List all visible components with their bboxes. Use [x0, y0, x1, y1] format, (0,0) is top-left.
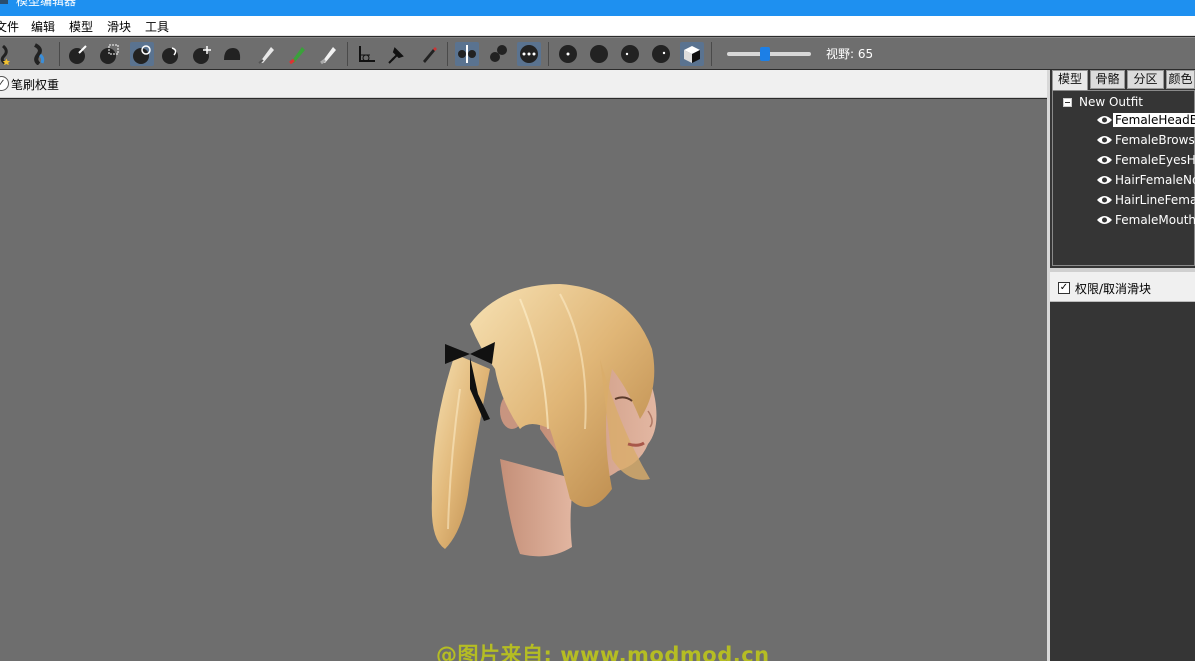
- eye-icon[interactable]: [1097, 175, 1112, 185]
- eye-icon[interactable]: [1097, 115, 1112, 125]
- tree-item-label: FemaleHeadBr: [1113, 113, 1195, 127]
- menu-edit[interactable]: 编辑: [31, 18, 55, 35]
- tab-colors[interactable]: 颜色: [1166, 70, 1195, 89]
- toolbar-separator: [548, 42, 549, 66]
- texture-cube-icon[interactable]: [680, 42, 704, 66]
- color-brush-icon[interactable]: [285, 42, 309, 66]
- mask-brush-icon[interactable]: [97, 42, 121, 66]
- solid-shading-icon[interactable]: [587, 42, 611, 66]
- tab-bones[interactable]: 骨骼: [1090, 70, 1125, 89]
- tree-item-shape[interactable]: FemaleEyesHu: [1097, 152, 1195, 170]
- head-model-render: [431, 284, 657, 557]
- toolbar-separator: [347, 42, 348, 66]
- watermark: @图片来自: www.modmod.cn: [436, 643, 770, 661]
- brush-weight-checkbox[interactable]: ✓: [0, 76, 9, 91]
- smooth-brush-icon[interactable]: [220, 42, 244, 66]
- tree-collapse-toggle[interactable]: [1063, 98, 1072, 107]
- menu-bar: 文件 编辑 模型 滑块 工具: [0, 16, 1195, 36]
- tree-item-shape[interactable]: FemaleHeadBr: [1097, 112, 1195, 130]
- move-brush-icon[interactable]: [190, 42, 214, 66]
- 3d-viewport[interactable]: @图片来自: www.modmod.cn: [0, 99, 1047, 661]
- tree-item-label: HairFemaleNo: [1115, 173, 1195, 187]
- menu-file[interactable]: 文件: [0, 18, 19, 35]
- outfit-tree: New Outfit FemaleHeadBr FemaleBrowsH Fem…: [1052, 90, 1195, 266]
- show-points-icon[interactable]: [556, 42, 580, 66]
- tree-item-label: HairLineFemal: [1115, 193, 1195, 207]
- eye-icon[interactable]: [1097, 215, 1112, 225]
- window-title: 模型编辑器: [16, 0, 77, 8]
- menu-tools[interactable]: 工具: [145, 18, 169, 35]
- viewport-header: ✓ 笔刷权重: [0, 70, 1047, 98]
- tab-partitions[interactable]: 分区: [1127, 70, 1164, 89]
- load-reference-icon[interactable]: [28, 42, 52, 66]
- edit-pencil-icon[interactable]: [416, 42, 440, 66]
- weight-brush-icon[interactable]: [254, 42, 278, 66]
- connected-only-icon[interactable]: [486, 42, 510, 66]
- tab-model[interactable]: 模型: [1052, 70, 1088, 90]
- menu-slider[interactable]: 滑块: [107, 18, 131, 35]
- tree-item-shape[interactable]: FemaleMouthH: [1097, 212, 1195, 230]
- deflate-brush-icon[interactable]: [159, 42, 183, 66]
- toolbar: 视野: 65: [0, 37, 1195, 69]
- title-bar: 模型编辑器: [0, 0, 1195, 16]
- menu-model[interactable]: 模型: [69, 18, 93, 35]
- brush-weight-label: 笔刷权重: [11, 78, 60, 92]
- tree-item-shape[interactable]: HairFemaleNo: [1097, 172, 1195, 190]
- eye-icon[interactable]: [1097, 155, 1112, 165]
- toolbar-separator: [59, 42, 60, 66]
- tree-item-label: FemaleBrowsH: [1115, 133, 1195, 147]
- transform-icon[interactable]: [354, 42, 378, 66]
- fov-label: 视野: 65: [826, 47, 874, 61]
- tree-item-shape[interactable]: FemaleBrowsH: [1097, 132, 1195, 150]
- toolbar-separator: [447, 42, 448, 66]
- right-panel: 模型 骨骼 分区 颜色 New Outfit FemaleHeadBr Fema…: [1050, 70, 1195, 661]
- global-brush-icon[interactable]: [517, 42, 541, 66]
- fov-slider-thumb[interactable]: [759, 47, 770, 61]
- tree-item-label: FemaleEyesHu: [1115, 153, 1195, 167]
- app-icon: [0, 0, 8, 4]
- eye-icon[interactable]: [1097, 195, 1112, 205]
- toolbar-separator: [711, 42, 712, 66]
- lighting-icon[interactable]: [649, 42, 673, 66]
- new-project-icon[interactable]: [0, 42, 18, 66]
- tree-item-label: FemaleMouthH: [1115, 213, 1195, 227]
- tree-item-shape[interactable]: HairLineFemal: [1097, 192, 1195, 210]
- standard-brush-icon[interactable]: [66, 42, 90, 66]
- pin-icon[interactable]: [385, 42, 409, 66]
- tree-root-outfit[interactable]: New Outfit: [1079, 95, 1143, 109]
- right-panel-tabs: 模型 骨骼 分区 颜色: [1050, 70, 1195, 90]
- smooth-shading-icon[interactable]: [618, 42, 642, 66]
- fov-slider[interactable]: [727, 47, 811, 61]
- slider-limit-checkbox[interactable]: ✓: [1058, 282, 1070, 294]
- eye-icon[interactable]: [1097, 135, 1112, 145]
- inflate-brush-icon[interactable]: [130, 42, 154, 66]
- x-mirror-icon[interactable]: [455, 42, 479, 66]
- slider-limit-label: 权限/取消滑块: [1075, 282, 1152, 296]
- slider-panel-header: ✓ 权限/取消滑块: [1050, 272, 1195, 302]
- alpha-brush-icon[interactable]: [316, 42, 340, 66]
